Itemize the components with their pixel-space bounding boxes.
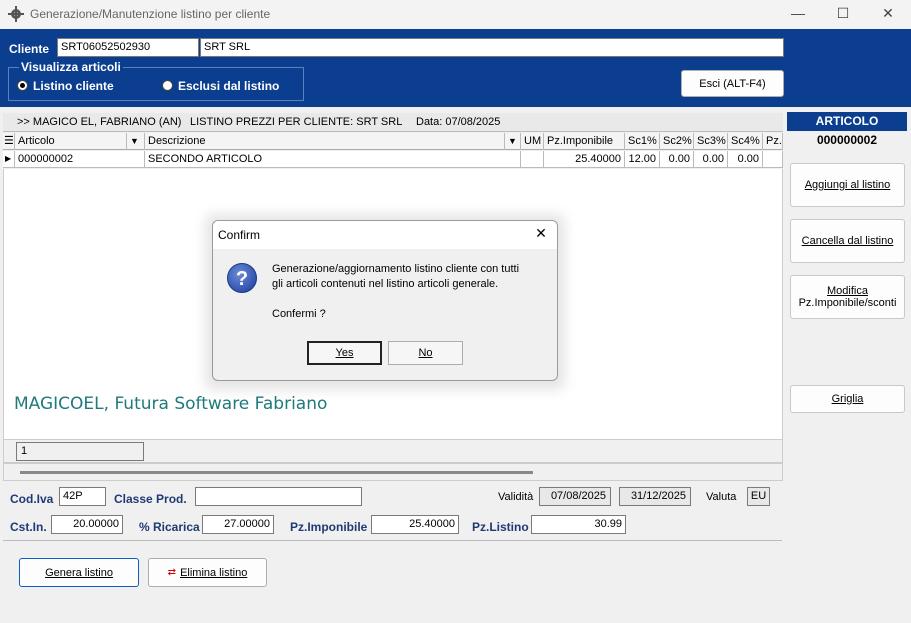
cancella-button[interactable]: Cancella dal listino — [790, 219, 905, 263]
validita-a-field[interactable]: 31/12/2025 — [619, 487, 691, 506]
aggiungi-label: Aggiungi al listino — [804, 179, 891, 191]
grid-info-bar: >> MAGICO EL, FABRIANO (AN) LISTINO PREZ… — [3, 113, 783, 132]
modifica-label-2: Pz.Imponibile/sconti — [798, 297, 897, 309]
pz-listino-field[interactable]: 30.99 — [531, 515, 626, 534]
minimize-button[interactable]: — — [775, 0, 821, 29]
col-sc1[interactable]: Sc1% — [625, 133, 660, 150]
row-indicator-icon: ▶ — [3, 151, 15, 168]
chevron-down-icon[interactable]: ▼ — [505, 133, 521, 150]
scrollbar-thumb[interactable] — [20, 471, 533, 474]
validita-da-field[interactable]: 07/08/2025 — [539, 487, 611, 506]
col-pz-imponibile[interactable]: Pz.Imponibile — [544, 133, 625, 150]
aggiungi-button[interactable]: Aggiungi al listino — [790, 163, 905, 207]
classe-prod-field[interactable] — [195, 487, 362, 506]
yes-label: Yes — [335, 347, 354, 359]
radio-listino-label[interactable]: Listino cliente — [33, 79, 114, 93]
cancella-label: Cancella dal listino — [801, 235, 894, 247]
visualizza-label: Visualizza articoli — [19, 60, 123, 74]
table-row[interactable]: ▶ 000000002 SECONDO ARTICOLO 25.40000 12… — [3, 151, 783, 168]
transfer-icon: ⇄ — [167, 567, 177, 578]
dialog-message-1: Generazione/aggiornamento listino client… — [272, 263, 520, 275]
cliente-code-field[interactable]: SRT06052502930 — [57, 38, 199, 57]
cell-sc1[interactable]: 12.00 — [625, 151, 660, 168]
elimina-label: Elimina listino — [180, 566, 248, 579]
col-sc3[interactable]: Sc3% — [694, 133, 728, 150]
radio-indicator-on[interactable] — [17, 80, 28, 91]
close-button[interactable]: ✕ — [865, 0, 911, 29]
col-sc4[interactable]: Sc4% — [728, 133, 763, 150]
ricarica-field[interactable]: 27.00000 — [202, 515, 274, 534]
cliente-name-field[interactable]: SRT SRL — [200, 38, 784, 57]
griglia-label: Griglia — [831, 393, 864, 405]
cst-in-label: Cst.In. — [10, 520, 47, 534]
valuta-label: Valuta — [706, 491, 737, 503]
cell-pz-imponibile[interactable]: 25.40000 — [544, 151, 625, 168]
modifica-button[interactable]: Modifica Pz.Imponibile/sconti — [790, 275, 905, 319]
grid-menu-icon[interactable]: ☰ — [3, 133, 15, 150]
cliente-label: Cliente — [9, 42, 50, 56]
cell-articolo[interactable]: 000000002 — [15, 151, 145, 168]
yes-button[interactable]: Yes — [307, 341, 382, 365]
elimina-listino-button[interactable]: ⇄ Elimina listino — [148, 558, 267, 587]
classe-prod-label: Classe Prod. — [114, 492, 187, 506]
radio-indicator-off[interactable] — [162, 80, 173, 91]
cell-descrizione[interactable]: SECONDO ARTICOLO — [145, 151, 521, 168]
dialog-title: Confirm — [218, 228, 261, 242]
radio-esclusi[interactable] — [162, 80, 173, 91]
griglia-button[interactable]: Griglia — [790, 385, 905, 413]
maximize-button[interactable]: ☐ — [820, 0, 866, 29]
grid-header: ☰ Articolo ▼ Descrizione ▼ UM Pz.Imponib… — [3, 133, 783, 150]
modifica-label-1: Modifica — [827, 285, 868, 297]
dialog-question: Confermi ? — [272, 308, 326, 320]
articolo-header: ARTICOLO — [787, 112, 907, 131]
cell-um[interactable] — [521, 151, 544, 168]
cod-iva-field[interactable]: 42P — [59, 487, 106, 506]
grid-date: Data: 07/08/2025 — [416, 116, 501, 128]
col-sc2[interactable]: Sc2% — [660, 133, 694, 150]
chevron-down-icon[interactable]: ▼ — [127, 133, 145, 150]
esci-button[interactable]: Esci (ALT-F4) — [681, 70, 784, 97]
question-icon: ? — [227, 263, 257, 293]
cst-in-field[interactable]: 20.00000 — [51, 515, 123, 534]
pz-imponibile-label: Pz.Imponibile — [290, 520, 368, 534]
watermark-text: MAGICOEL, Futura Software Fabriano — [14, 394, 328, 414]
window-title: Generazione/Manutenzione listino per cli… — [30, 7, 271, 21]
articolo-code: 000000002 — [816, 133, 878, 147]
confirm-dialog: Confirm ✕ ? Generazione/aggiornamento li… — [212, 220, 558, 381]
horizontal-scrollbar[interactable] — [3, 463, 783, 481]
validita-label: Validità — [498, 491, 534, 503]
cell-pz[interactable] — [763, 151, 783, 168]
title-bar: Generazione/Manutenzione listino per cli… — [0, 0, 911, 29]
col-descrizione[interactable]: Descrizione — [145, 133, 505, 150]
col-um[interactable]: UM — [521, 133, 544, 150]
dialog-message-2: gli articoli contenuti nel listino artic… — [272, 278, 499, 290]
gear-icon — [8, 6, 24, 22]
grid-listino-title: LISTINO PREZZI PER CLIENTE: SRT SRL — [190, 116, 403, 128]
col-articolo[interactable]: Articolo — [15, 133, 127, 150]
genera-label: Genera listino — [45, 566, 113, 579]
dialog-title-bar: Confirm ✕ — [213, 221, 557, 249]
ricarica-label: % Ricarica — [139, 520, 200, 534]
valuta-field[interactable]: EU — [747, 487, 770, 506]
grid-company: >> MAGICO EL, FABRIANO (AN) — [17, 116, 182, 128]
no-button[interactable]: No — [388, 341, 463, 365]
dialog-close-button[interactable]: ✕ — [531, 225, 551, 245]
col-pz[interactable]: Pz. — [763, 133, 783, 150]
record-counter: 1 — [16, 442, 144, 461]
cell-sc3[interactable]: 0.00 — [694, 151, 728, 168]
genera-listino-button[interactable]: Genera listino — [19, 558, 139, 587]
cell-sc4[interactable]: 0.00 — [728, 151, 763, 168]
radio-listino-cliente[interactable] — [17, 80, 28, 91]
radio-esclusi-label[interactable]: Esclusi dal listino — [178, 79, 279, 93]
cod-iva-label: Cod.Iva — [10, 492, 54, 506]
pz-imponibile-field[interactable]: 25.40000 — [371, 515, 459, 534]
pz-listino-label: Pz.Listino — [472, 520, 529, 534]
cell-sc2[interactable]: 0.00 — [660, 151, 694, 168]
no-label: No — [418, 347, 433, 359]
